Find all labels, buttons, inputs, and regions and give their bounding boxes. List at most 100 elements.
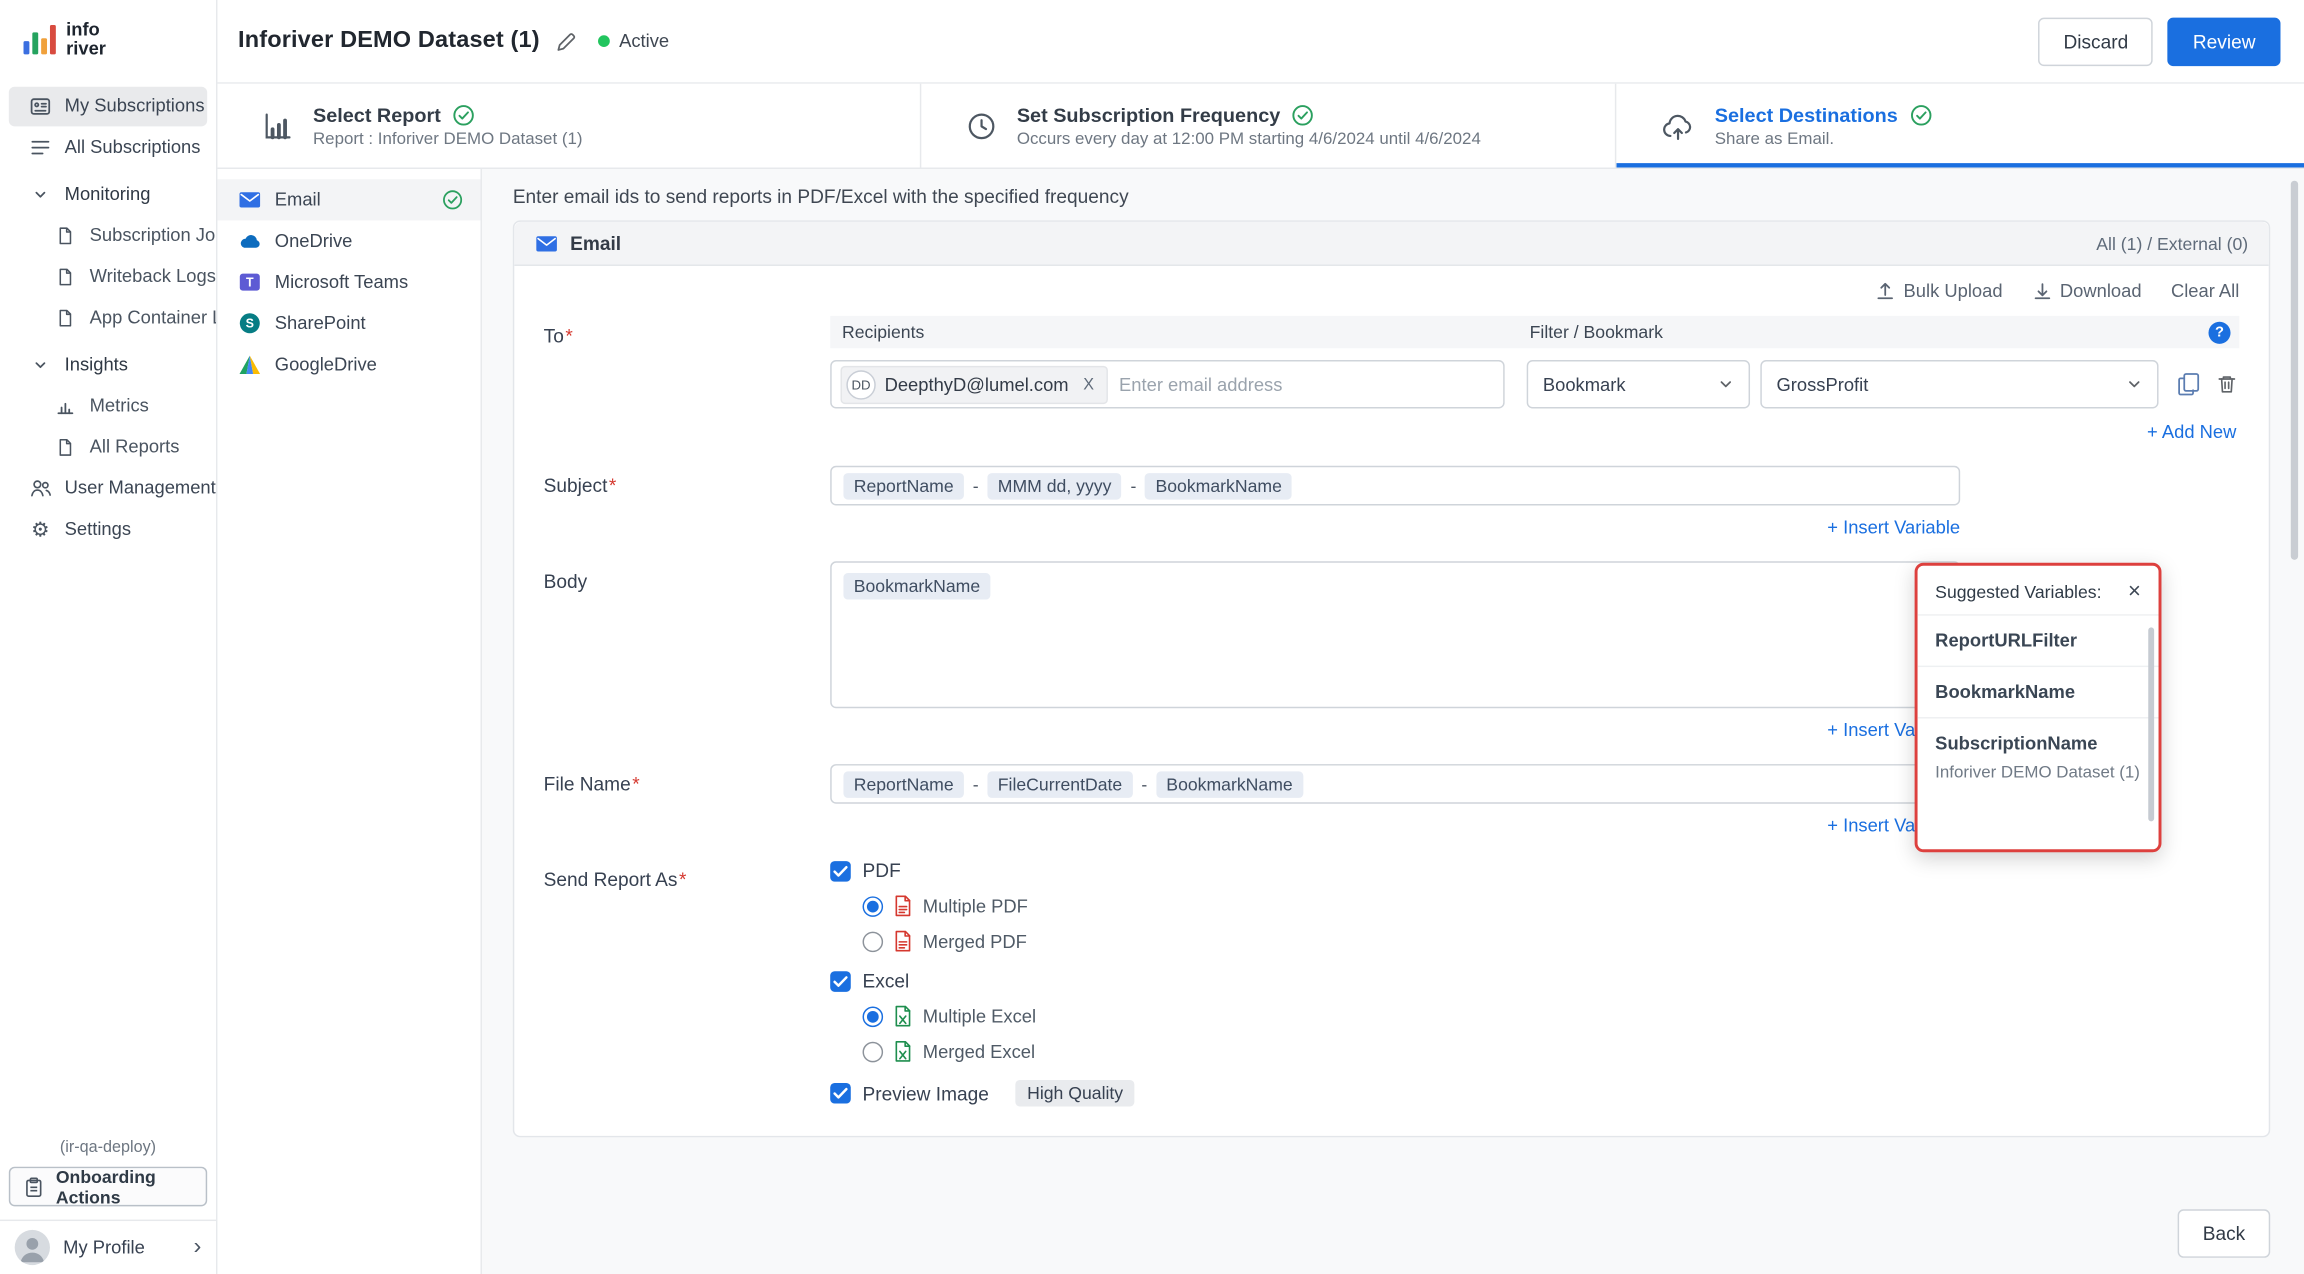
variable-chip[interactable]: MMM dd, yyyy — [987, 472, 1121, 498]
my-profile-button[interactable]: My Profile › — [0, 1220, 216, 1274]
popup-scrollbar[interactable] — [2148, 627, 2154, 821]
checkbox-checked-icon — [830, 971, 851, 992]
sidebar-section-monitoring[interactable]: Monitoring — [9, 174, 207, 214]
close-popup-icon[interactable]: × — [2128, 580, 2141, 602]
destination-email[interactable]: Email — [217, 179, 480, 220]
onboarding-actions-button[interactable]: Onboarding Actions — [9, 1167, 207, 1207]
delete-row-icon[interactable] — [2216, 373, 2238, 395]
variable-chip[interactable]: FileCurrentDate — [987, 771, 1132, 797]
variable-option-reporturlfilter[interactable]: ReportURLFilter — [1918, 614, 2159, 665]
clock-icon — [965, 109, 997, 141]
form-intro: Enter email ids to send reports in PDF/E… — [513, 185, 2270, 207]
file-name-input[interactable]: ReportName - FileCurrentDate - BookmarkN… — [830, 764, 1960, 804]
status-label: Active — [619, 31, 669, 52]
remove-recipient-icon[interactable]: X — [1083, 375, 1094, 393]
variable-option-bookmarkname[interactable]: BookmarkName — [1918, 666, 2159, 717]
recipients-field[interactable]: DD DeepthyD@lumel.com X — [830, 360, 1504, 408]
bar-chart-icon — [54, 396, 76, 415]
sidebar-item-all-subscriptions[interactable]: All Subscriptions — [9, 127, 207, 167]
chevron-down-icon — [2126, 376, 2142, 392]
merged-excel-radio[interactable]: Merged Excel — [863, 1040, 2240, 1062]
add-new-link[interactable]: + Add New — [2147, 422, 2236, 443]
scrollbar[interactable] — [2291, 181, 2298, 560]
step-select-report[interactable]: Select Report Report : Inforiver DEMO Da… — [217, 84, 921, 168]
to-field-row: To* Recipients Filter / Bookmark ? — [544, 316, 2240, 442]
step-subscription-frequency[interactable]: Set Subscription Frequency Occurs every … — [921, 84, 1616, 168]
radio-selected-icon — [863, 1006, 884, 1027]
bookmark-value-select[interactable]: GrossProfit — [1760, 360, 2158, 408]
variable-option-subscriptionname[interactable]: SubscriptionName Inforiver DEMO Dataset … — [1918, 717, 2159, 796]
quality-badge: High Quality — [1015, 1080, 1135, 1106]
pdf-file-icon — [893, 895, 912, 917]
deployment-label: (ir-qa-deploy) — [0, 1139, 216, 1157]
sharepoint-icon: S — [238, 312, 262, 336]
sidebar-item-writeback-logs[interactable]: Writeback Logs — [9, 256, 207, 296]
filter-type-select[interactable]: Bookmark — [1527, 360, 1750, 408]
content-area: Email OneDrive T Microsoft Teams — [217, 169, 2304, 1274]
subject-input[interactable]: ReportName - MMM dd, yyyy - BookmarkName — [830, 466, 1960, 506]
back-button[interactable]: Back — [2178, 1209, 2270, 1257]
status-indicator: Active — [599, 31, 670, 52]
recipient-chip[interactable]: DD DeepthyD@lumel.com X — [840, 365, 1107, 403]
sidebar-item-subscription-jobs[interactable]: Subscription Jobs — [9, 215, 207, 255]
excel-checkbox[interactable]: Excel — [830, 970, 2239, 992]
sidebar-item-my-subscriptions[interactable]: My Subscriptions — [9, 86, 207, 126]
logo-bars-icon — [24, 24, 56, 55]
variable-chip[interactable]: ReportName — [843, 472, 964, 498]
merged-pdf-radio[interactable]: Merged PDF — [863, 930, 2240, 952]
file-name-label: File Name* — [544, 764, 831, 836]
list-icon — [29, 136, 51, 158]
variable-chip[interactable]: BookmarkName — [843, 573, 990, 599]
edit-title-icon[interactable] — [556, 30, 578, 52]
document-icon — [54, 267, 76, 286]
app-root: info river My Subscriptions All Subscrip… — [0, 0, 2304, 1274]
onedrive-icon — [238, 229, 262, 253]
logo-text: info river — [66, 21, 106, 58]
radio-unselected-icon — [863, 931, 884, 952]
copy-row-icon[interactable] — [2176, 372, 2201, 397]
step-select-destinations[interactable]: Select Destinations Share as Email. — [1616, 84, 2304, 168]
destination-sharepoint[interactable]: S SharePoint — [217, 303, 480, 344]
sidebar-item-all-reports[interactable]: All Reports — [9, 427, 207, 467]
excel-file-icon — [893, 1040, 912, 1062]
multiple-pdf-radio[interactable]: Multiple PDF — [863, 895, 2240, 917]
discard-button[interactable]: Discard — [2038, 17, 2153, 65]
multiple-excel-radio[interactable]: Multiple Excel — [863, 1005, 2240, 1027]
bulk-upload-button[interactable]: Bulk Upload — [1876, 281, 2003, 302]
sidebar-item-metrics[interactable]: Metrics — [9, 386, 207, 426]
page-title: Inforiver DEMO Dataset (1) — [238, 28, 540, 54]
report-chart-icon — [262, 109, 294, 141]
destination-googledrive[interactable]: GoogleDrive — [217, 344, 480, 385]
destination-microsoft-teams[interactable]: T Microsoft Teams — [217, 262, 480, 303]
destination-onedrive[interactable]: OneDrive — [217, 220, 480, 261]
download-button[interactable]: Download — [2032, 281, 2142, 302]
subject-field-row: Subject* ReportName - MMM dd, yyyy - Boo… — [544, 466, 2240, 538]
insert-variable-subject-link[interactable]: + Insert Variable — [1827, 517, 1960, 538]
svg-text:T: T — [246, 276, 254, 290]
variable-chip[interactable]: BookmarkName — [1156, 771, 1303, 797]
clear-all-button[interactable]: Clear All — [2171, 281, 2239, 302]
pdf-checkbox[interactable]: PDF — [830, 860, 2239, 882]
body-input[interactable]: BookmarkName — [830, 561, 1960, 708]
destination-complete-icon — [442, 190, 463, 211]
chevron-down-icon — [29, 186, 51, 202]
destination-list: Email OneDrive T Microsoft Teams — [217, 169, 481, 1274]
step-complete-icon — [1292, 104, 1314, 126]
recipient-counts: All (1) / External (0) — [2096, 233, 2248, 254]
email-icon — [238, 188, 262, 212]
sidebar-item-user-management[interactable]: User Management — [9, 468, 207, 508]
review-button[interactable]: Review — [2168, 17, 2281, 65]
variable-chip[interactable]: ReportName — [843, 771, 964, 797]
sidebar-section-insights[interactable]: Insights — [9, 345, 207, 385]
wizard-steps: Select Report Report : Inforiver DEMO Da… — [217, 84, 2304, 169]
preview-image-checkbox[interactable]: Preview Image High Quality — [830, 1080, 2239, 1106]
sidebar-item-settings[interactable]: ⚙ Settings — [9, 509, 207, 549]
email-address-input[interactable] — [1119, 374, 1494, 395]
google-drive-icon — [238, 353, 262, 375]
variable-chip[interactable]: BookmarkName — [1145, 472, 1292, 498]
email-icon — [535, 231, 559, 255]
cloud-upload-icon — [1660, 109, 1695, 141]
sidebar: info river My Subscriptions All Subscrip… — [0, 0, 217, 1274]
sidebar-item-app-container-logs[interactable]: App Container Logs — [9, 298, 207, 338]
help-icon[interactable]: ? — [2208, 321, 2230, 343]
